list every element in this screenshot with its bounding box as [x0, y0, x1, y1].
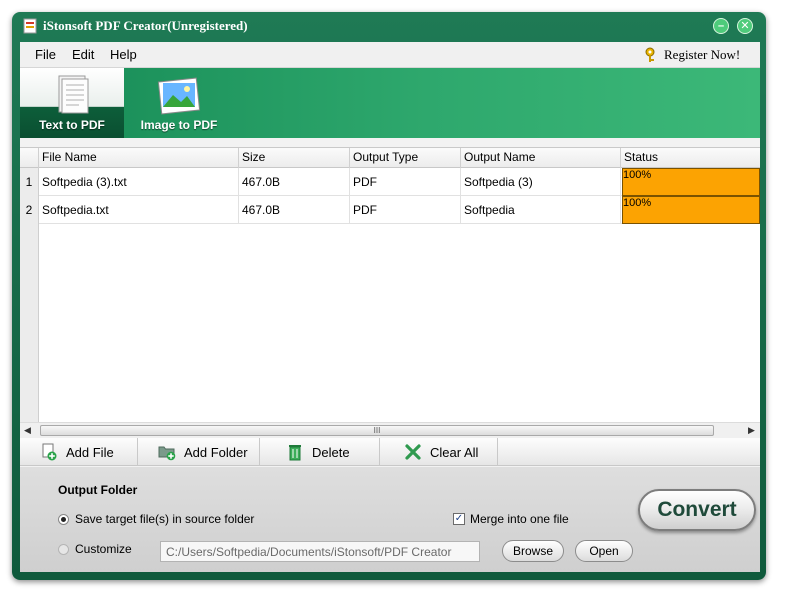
add-folder-button[interactable]: Add Folder — [138, 438, 260, 466]
window-title: iStonsoft PDF Creator(Unregistered) — [43, 18, 248, 33]
text-document-icon — [58, 75, 89, 114]
add-file-icon — [42, 443, 57, 461]
action-toolbar: Add File Add Folder Delete Clear All — [20, 438, 760, 466]
column-header-file-name[interactable]: File Name — [39, 148, 239, 168]
tab-label: Image to PDF — [140, 118, 218, 132]
cell-output-type: PDF — [350, 168, 461, 196]
client-area: File Edit Help Register Now! Text to PDF… — [20, 42, 760, 572]
column-header-size[interactable]: Size — [239, 148, 350, 168]
table-row[interactable]: 1 Softpedia (3).txt 467.0B PDF Softpedia… — [20, 168, 760, 196]
cell-file-name: Softpedia.txt — [39, 196, 239, 224]
open-button[interactable]: Open — [575, 540, 633, 562]
cell-size: 467.0B — [239, 168, 350, 196]
save-in-source-radio[interactable] — [58, 513, 69, 525]
clear-all-label: Clear All — [430, 444, 479, 460]
cell-output-name: Softpedia — [461, 196, 621, 224]
cell-file-name: Softpedia (3).txt — [39, 168, 239, 196]
key-icon — [645, 47, 655, 62]
merge-checkbox[interactable]: ✓ — [453, 513, 465, 525]
delete-label: Delete — [312, 444, 350, 460]
output-path-input[interactable] — [160, 541, 480, 562]
row-number: 1 — [20, 168, 39, 196]
file-list-table: File Name Size Output Type Output Name S… — [20, 147, 760, 423]
tab-image-to-pdf[interactable]: Image to PDF — [130, 68, 228, 138]
header-corner — [20, 148, 39, 168]
status-progress: 100% — [622, 168, 760, 196]
cell-size: 467.0B — [239, 196, 350, 224]
trash-icon — [289, 445, 301, 461]
customize-option[interactable]: Customize — [58, 542, 132, 556]
save-in-source-option[interactable]: Save target file(s) in source folder — [58, 512, 254, 526]
table-row[interactable]: 2 Softpedia.txt 467.0B PDF Softpedia 100… — [20, 196, 760, 224]
delete-button[interactable]: Delete — [260, 438, 380, 466]
output-settings-panel: Output Folder Save target file(s) in sou… — [20, 467, 760, 572]
output-folder-heading: Output Folder — [58, 483, 138, 497]
horizontal-scrollbar[interactable]: ◀ III ▶ — [20, 422, 760, 438]
scroll-left-arrow-icon[interactable]: ◀ — [24, 425, 31, 436]
column-header-output-name[interactable]: Output Name — [461, 148, 621, 168]
browse-button[interactable]: Browse — [502, 540, 564, 562]
tab-label: Text to PDF — [39, 118, 105, 132]
scroll-right-arrow-icon[interactable]: ▶ — [748, 425, 755, 436]
menu-edit[interactable]: Edit — [72, 47, 94, 62]
conversion-mode-tabs: Text to PDF Image to PDF — [20, 68, 760, 138]
menu-help[interactable]: Help — [110, 47, 137, 62]
cell-output-name: Softpedia (3) — [461, 168, 621, 196]
menu-bar: File Edit Help Register Now! — [20, 42, 760, 68]
add-file-label: Add File — [66, 444, 114, 460]
table-header: File Name Size Output Type Output Name S… — [20, 148, 760, 168]
customize-label: Customize — [75, 542, 132, 556]
register-label: Register Now! — [664, 47, 741, 62]
add-folder-label: Add Folder — [184, 444, 248, 460]
register-now-link[interactable]: Register Now! — [643, 46, 740, 64]
clear-x-icon — [405, 444, 421, 460]
add-folder-icon — [158, 446, 176, 461]
tab-text-to-pdf[interactable]: Text to PDF — [20, 68, 124, 138]
clear-all-button[interactable]: Clear All — [380, 438, 498, 466]
row-number: 2 — [20, 196, 39, 224]
menu-file[interactable]: File — [35, 47, 56, 62]
add-file-button[interactable]: Add File — [20, 438, 138, 466]
app-window: iStonsoft PDF Creator(Unregistered) – ✕ … — [12, 12, 766, 580]
close-button[interactable]: ✕ — [737, 18, 753, 34]
cell-output-type: PDF — [350, 196, 461, 224]
minimize-button[interactable]: – — [713, 18, 729, 34]
column-header-output-type[interactable]: Output Type — [350, 148, 461, 168]
title-bar[interactable]: iStonsoft PDF Creator(Unregistered) – ✕ — [12, 12, 766, 42]
merge-into-one-file-option[interactable]: ✓ Merge into one file — [453, 512, 569, 526]
column-header-status[interactable]: Status — [621, 148, 760, 168]
convert-button[interactable]: Convert — [638, 489, 756, 531]
image-icon — [157, 77, 201, 115]
scrollbar-thumb[interactable]: III — [40, 425, 714, 436]
app-pdf-icon — [23, 18, 37, 34]
status-progress: 100% — [622, 196, 760, 224]
merge-label: Merge into one file — [470, 512, 569, 526]
customize-radio[interactable] — [58, 543, 69, 555]
save-in-source-label: Save target file(s) in source folder — [75, 512, 255, 526]
